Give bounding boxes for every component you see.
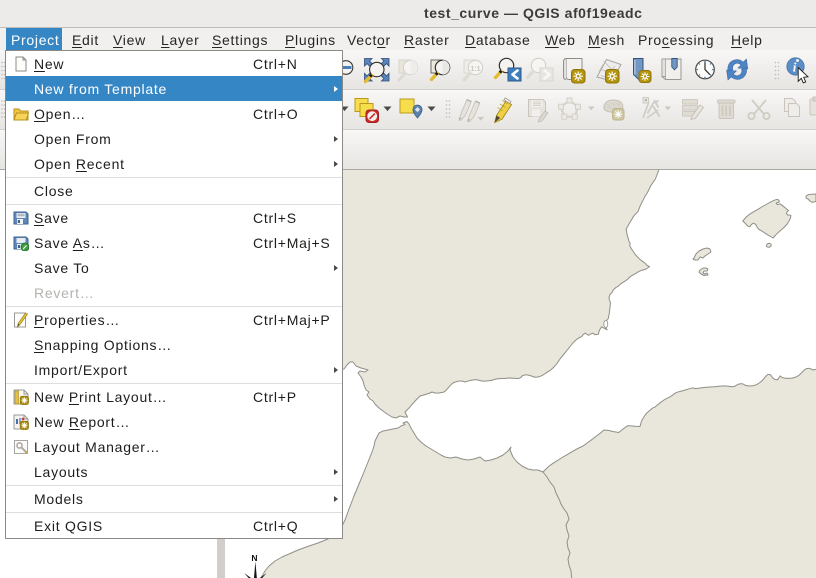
svg-text:1:1: 1:1: [470, 66, 480, 73]
svg-text:N: N: [251, 553, 257, 563]
svg-text:i: i: [793, 60, 797, 75]
